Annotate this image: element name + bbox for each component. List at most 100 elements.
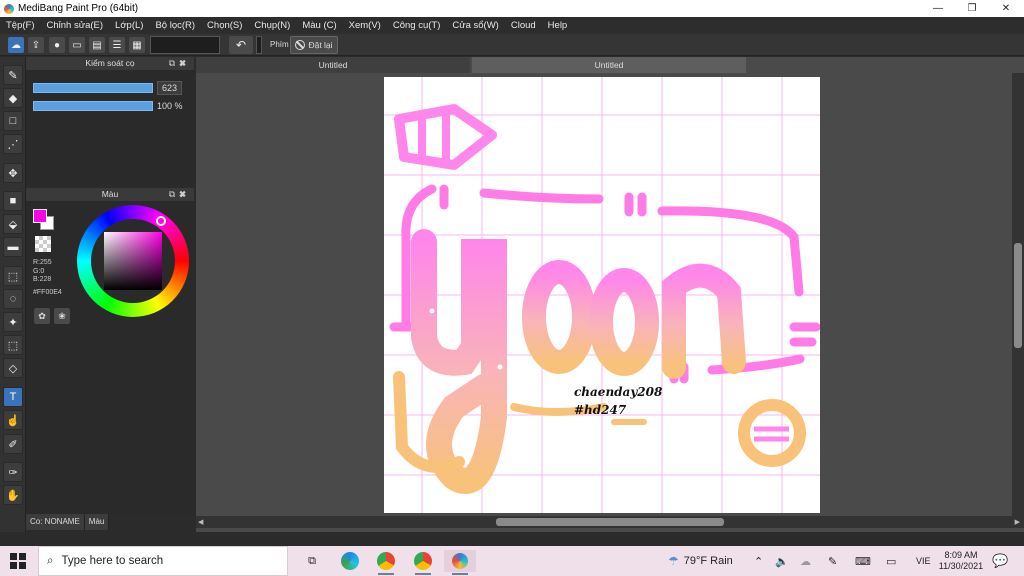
- menu-help[interactable]: Help: [542, 20, 574, 31]
- maximize-button[interactable]: ❐: [955, 0, 989, 17]
- move-tool-icon[interactable]: ✥: [3, 163, 23, 183]
- horizontal-scroll-thumb[interactable]: [496, 518, 724, 526]
- ban-icon: [295, 40, 306, 50]
- menu-window[interactable]: Cửa sổ(W): [446, 20, 504, 31]
- transparent-swatch[interactable]: [35, 236, 51, 252]
- task-view-icon[interactable]: ⧉: [296, 550, 328, 572]
- reset-button[interactable]: Đặt lại: [290, 36, 338, 54]
- hue-knob[interactable]: [156, 216, 166, 226]
- document-icon[interactable]: ▤: [89, 37, 105, 53]
- artwork-top-symbol: [394, 104, 497, 170]
- panel-title: Màu: [101, 189, 119, 199]
- color-settings-icon[interactable]: ❀: [54, 308, 70, 324]
- eyedropper-tool-icon[interactable]: ✐: [3, 434, 23, 454]
- tab-brush[interactable]: Co: NONAME: [26, 514, 85, 530]
- menu-file[interactable]: Tệp(F): [0, 20, 41, 31]
- foreground-color-swatch[interactable]: [33, 209, 47, 223]
- language-indicator[interactable]: VIE: [916, 546, 931, 576]
- panel-tabs: Co: NONAME Màu: [26, 514, 110, 530]
- clock-date: 11/30/2021: [938, 561, 984, 571]
- reset-label: Đặt lại: [308, 40, 333, 50]
- vertical-scrollbar[interactable]: [1012, 73, 1024, 516]
- taskbar-search-box[interactable]: ⌕ Type here to search: [38, 546, 288, 576]
- fill-rect-tool-icon[interactable]: ■: [3, 191, 23, 211]
- taskbar: ⌕ Type here to search ⧉ ☂ 79°F Rain ⌃ 🔈 …: [0, 546, 1024, 576]
- chrome-icon[interactable]: [370, 550, 402, 575]
- comment-icon[interactable]: ▭: [69, 37, 85, 53]
- brush-opacity-slider[interactable]: [33, 101, 153, 111]
- select-pen-tool-icon[interactable]: ⬚: [3, 335, 23, 355]
- clock[interactable]: 8:09 AM 11/30/2021: [938, 546, 984, 576]
- panel-header-icons[interactable]: ⧉✖: [169, 188, 190, 201]
- display-icon[interactable]: ▭: [886, 546, 896, 576]
- undo-button[interactable]: ↶: [229, 36, 253, 54]
- drawing-canvas[interactable]: chaenday208 #hd247: [384, 77, 820, 513]
- list-icon[interactable]: ☰: [109, 37, 125, 53]
- horizontal-scrollbar[interactable]: ◀ ▶: [196, 516, 1024, 528]
- brush-size-slider[interactable]: [33, 83, 153, 93]
- panel-header: Kiểm soát cọ ⧉✖: [26, 57, 194, 70]
- pen-tool-icon[interactable]: ✑: [3, 462, 23, 482]
- gradient-tool-icon[interactable]: ▬: [3, 237, 23, 257]
- toolbar-handle[interactable]: [256, 36, 262, 54]
- select-rect-tool-icon[interactable]: ⬚: [3, 266, 23, 286]
- saturation-value-square[interactable]: [104, 232, 162, 290]
- menu-color[interactable]: Màu (C): [296, 20, 342, 31]
- palette-icon[interactable]: ✿: [34, 308, 50, 324]
- keyboard-icon[interactable]: ⌨: [855, 546, 871, 576]
- eraser-tool-icon[interactable]: ◆: [3, 88, 23, 108]
- magic-wand-tool-icon[interactable]: ✦: [3, 312, 23, 332]
- menu-snap[interactable]: Chụp(N): [248, 20, 296, 31]
- color-wheel[interactable]: [77, 205, 189, 317]
- minimize-button[interactable]: —: [921, 0, 955, 17]
- toolbar-field[interactable]: [150, 36, 220, 54]
- tool-strip: ✎ ◆ □ ⋰ ✥ ■ ⬙ ▬ ⬚ ◌ ✦ ⬚ ◇ T ☝ ✐ ✑ ✋: [0, 57, 26, 532]
- scroll-left-icon[interactable]: ◀: [198, 518, 203, 526]
- tray-chevron-icon[interactable]: ⌃: [754, 546, 763, 576]
- notification-icon[interactable]: 💬: [992, 546, 1008, 576]
- medibang-taskbar-icon[interactable]: [444, 550, 476, 575]
- menu-edit[interactable]: Chỉnh sửa(E): [41, 20, 110, 31]
- panel-title: Kiểm soát cọ: [85, 58, 135, 68]
- text-tool-icon[interactable]: T: [3, 387, 23, 407]
- edge-icon[interactable]: [334, 550, 366, 572]
- brush-tool-icon[interactable]: ✎: [3, 65, 23, 85]
- tab-color[interactable]: Màu: [84, 514, 110, 530]
- menu-tools[interactable]: Công cụ(T): [387, 20, 447, 31]
- watermark-line-2: #hd247: [574, 403, 627, 417]
- close-button[interactable]: ✕: [989, 0, 1023, 17]
- pen-icon[interactable]: ✎: [828, 546, 837, 576]
- panel-header-icons[interactable]: ⧉✖: [169, 57, 190, 70]
- onedrive-icon[interactable]: ☁: [800, 546, 811, 576]
- bucket-tool-icon[interactable]: ⬙: [3, 214, 23, 234]
- menu-view[interactable]: Xem(V): [343, 20, 387, 31]
- windows-start-icon[interactable]: [10, 553, 26, 569]
- share-icon[interactable]: ⇪: [28, 37, 44, 53]
- hand-tool-icon[interactable]: ✋: [3, 485, 23, 505]
- select-eraser-tool-icon[interactable]: ◇: [3, 358, 23, 378]
- app-icon: [4, 3, 14, 14]
- brush-size-value[interactable]: 623: [157, 81, 183, 95]
- dot-brush-tool-icon[interactable]: ⋰: [3, 134, 23, 154]
- vertical-scroll-thumb[interactable]: [1014, 243, 1022, 348]
- red-value: R:255: [33, 259, 52, 266]
- menu-select[interactable]: Chọn(S): [201, 20, 248, 31]
- grid-icon[interactable]: ▦: [129, 37, 145, 53]
- tab-untitled-1[interactable]: Untitled: [196, 57, 470, 73]
- menu-cloud[interactable]: Cloud: [505, 20, 542, 31]
- cloud-icon[interactable]: ☁: [8, 37, 24, 53]
- window-title: MediBang Paint Pro (64bit): [18, 3, 139, 14]
- shape-tool-icon[interactable]: □: [3, 111, 23, 131]
- tab-untitled-2[interactable]: Untitled: [472, 57, 746, 73]
- weather-widget[interactable]: ☂ 79°F Rain: [668, 546, 733, 576]
- menu-layer[interactable]: Lớp(L): [109, 20, 149, 31]
- chrome-icon-2[interactable]: [407, 550, 439, 575]
- operation-tool-icon[interactable]: ☝: [3, 410, 23, 430]
- volume-icon[interactable]: 🔈: [775, 546, 789, 576]
- lasso-tool-icon[interactable]: ◌: [3, 289, 23, 309]
- scroll-right-icon[interactable]: ▶: [1015, 518, 1020, 526]
- menu-filter[interactable]: Bộ lọc(R): [149, 20, 201, 31]
- shortcut-label: Phím: [270, 40, 289, 49]
- watermark-line-1: chaenday208: [574, 385, 663, 399]
- chat-icon[interactable]: ●: [49, 37, 65, 53]
